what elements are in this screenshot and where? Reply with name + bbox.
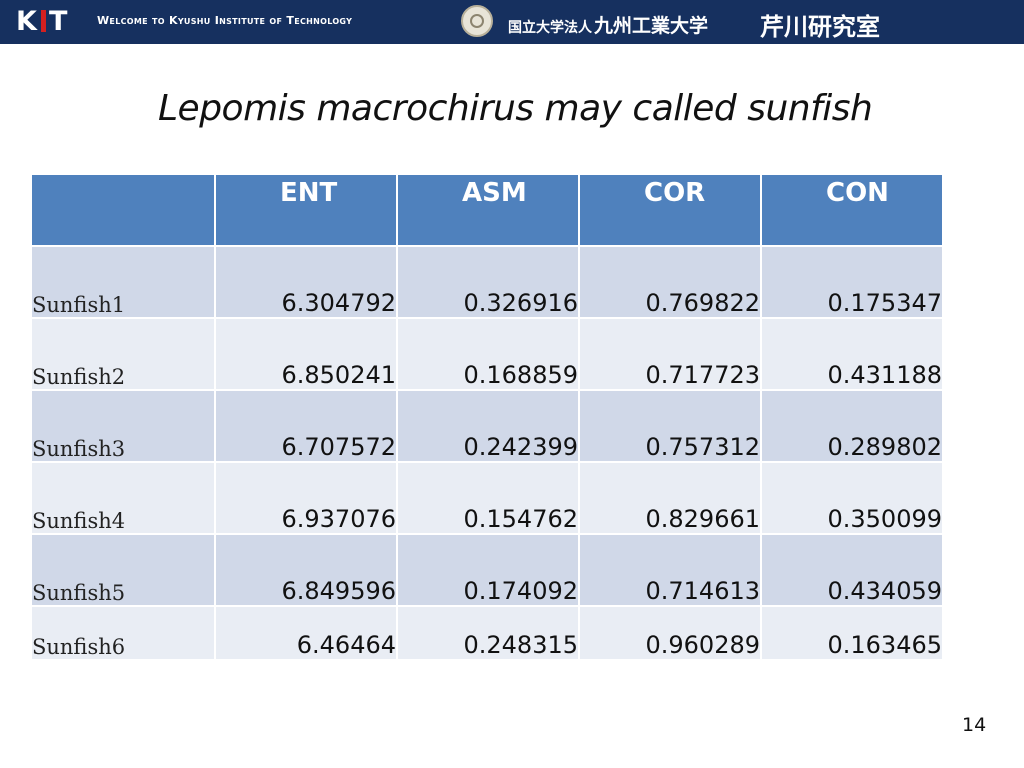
cell-cor: 0.829661 (580, 463, 760, 533)
table-row: Sunfish1 6.304792 0.326916 0.769822 0.17… (32, 247, 942, 317)
header-cell-cor: COR (580, 175, 760, 245)
slide-title: Lepomis macrochirus may called sunfish (158, 88, 873, 129)
row-label: Sunfish2 (32, 319, 214, 389)
page-number: 14 (962, 714, 987, 736)
cell-asm: 0.174092 (398, 535, 578, 605)
header-cell-asm: ASM (398, 175, 578, 245)
header-cell-ent: ENT (216, 175, 396, 245)
cell-con: 0.434059 (762, 535, 942, 605)
cell-ent: 6.850241 (216, 319, 396, 389)
cell-cor: 0.769822 (580, 247, 760, 317)
table-header-row: ENT ASM COR CON (32, 175, 942, 245)
cell-asm: 0.242399 (398, 391, 578, 461)
data-table: ENT ASM COR CON Sunfish1 6.304792 0.3269… (30, 173, 944, 661)
table-row: Sunfish4 6.937076 0.154762 0.829661 0.35… (32, 463, 942, 533)
cell-asm: 0.248315 (398, 607, 578, 659)
cell-cor: 0.717723 (580, 319, 760, 389)
cell-asm: 0.168859 (398, 319, 578, 389)
welcome-text: Welcome to Kyushu Institute of Technolog… (97, 14, 353, 27)
cell-ent: 6.46464 (216, 607, 396, 659)
university-title: 九州工業大学 (594, 15, 709, 37)
row-label: Sunfish5 (32, 535, 214, 605)
row-label: Sunfish6 (32, 607, 214, 659)
table-row: Sunfish6 6.46464 0.248315 0.960289 0.163… (32, 607, 942, 659)
university-name: 国立大学法人 九州工業大学 (508, 11, 708, 38)
kit-logo-bar (40, 9, 46, 32)
kit-logo: KT (16, 6, 69, 37)
table-row: Sunfish5 6.849596 0.174092 0.714613 0.43… (32, 535, 942, 605)
cell-con: 0.163465 (762, 607, 942, 659)
cell-cor: 0.757312 (580, 391, 760, 461)
row-label: Sunfish1 (32, 247, 214, 317)
university-prefix: 国立大学法人 (508, 20, 592, 36)
table-row: Sunfish3 6.707572 0.242399 0.757312 0.28… (32, 391, 942, 461)
table-row: Sunfish2 6.850241 0.168859 0.717723 0.43… (32, 319, 942, 389)
cell-ent: 6.304792 (216, 247, 396, 317)
cell-ent: 6.849596 (216, 535, 396, 605)
header-cell-con: CON (762, 175, 942, 245)
cell-con: 0.175347 (762, 247, 942, 317)
cell-con: 0.350099 (762, 463, 942, 533)
cell-cor: 0.714613 (580, 535, 760, 605)
header-banner: KT Welcome to Kyushu Institute of Techno… (0, 0, 1024, 44)
university-seal-icon (461, 5, 493, 37)
cell-asm: 0.154762 (398, 463, 578, 533)
cell-asm: 0.326916 (398, 247, 578, 317)
cell-con: 0.289802 (762, 391, 942, 461)
cell-ent: 6.707572 (216, 391, 396, 461)
cell-con: 0.431188 (762, 319, 942, 389)
row-label: Sunfish3 (32, 391, 214, 461)
cell-cor: 0.960289 (580, 607, 760, 659)
header-cell-empty (32, 175, 214, 245)
cell-ent: 6.937076 (216, 463, 396, 533)
lab-name: 芹川研究室 (760, 13, 880, 41)
row-label: Sunfish4 (32, 463, 214, 533)
